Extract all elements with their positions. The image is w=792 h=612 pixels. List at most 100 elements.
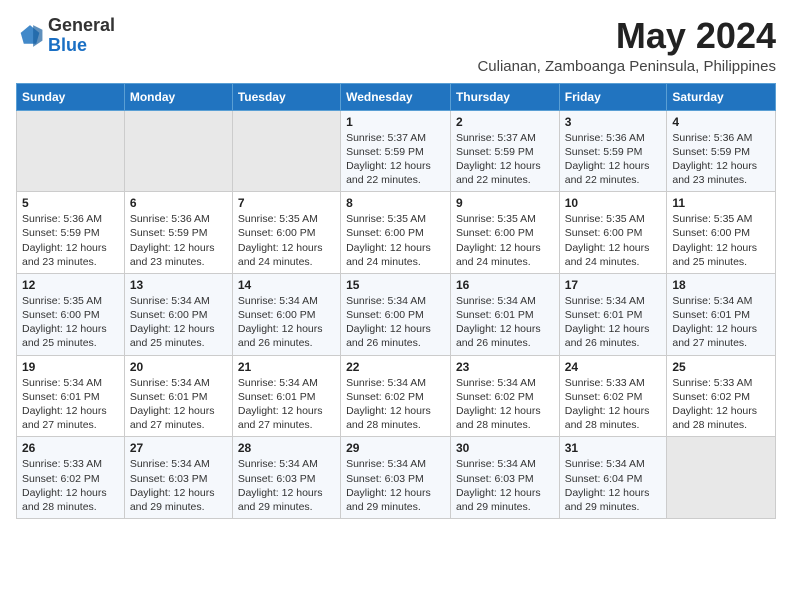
day-info: Sunrise: 5:34 AMSunset: 6:00 PMDaylight:… <box>346 295 431 350</box>
month-year: May 2024 <box>477 16 776 56</box>
day-info: Sunrise: 5:34 AMSunset: 6:01 PMDaylight:… <box>456 295 541 350</box>
calendar-cell: 19 Sunrise: 5:34 AMSunset: 6:01 PMDayligh… <box>17 355 125 437</box>
day-number: 13 <box>130 278 227 292</box>
day-number: 9 <box>456 196 554 210</box>
calendar-cell: 25Sunrise: 5:33 AMSunset: 6:02 PMDayligh… <box>667 355 776 437</box>
page-header: General Blue May 2024 Culianan, Zamboang… <box>16 16 776 75</box>
day-info: Sunrise: 5:35 AMSunset: 6:00 PMDaylight:… <box>456 213 541 268</box>
day-number: 10 <box>565 196 662 210</box>
day-info: Sunrise: 5:34 AMSunset: 6:04 PMDaylight:… <box>565 458 650 513</box>
day-number: 28 <box>238 441 335 455</box>
day-header-saturday: Saturday <box>667 83 776 110</box>
day-info: Sunrise: 5:33 AMSunset: 6:02 PMDaylight:… <box>22 458 107 513</box>
calendar-cell <box>232 110 340 192</box>
calendar-cell: 11 Sunrise: 5:35 AMSunset: 6:00 PMDayligh… <box>667 192 776 274</box>
calendar-cell: 7Sunrise: 5:35 AMSunset: 6:00 PMDaylight… <box>232 192 340 274</box>
day-header-friday: Friday <box>559 83 667 110</box>
day-info: Sunrise: 5:34 AMSunset: 6:01 PMDaylight:… <box>565 295 650 350</box>
calendar-cell: 27 Sunrise: 5:34 AMSunset: 6:03 PMDayligh… <box>124 437 232 519</box>
days-header-row: SundayMondayTuesdayWednesdayThursdayFrid… <box>17 83 776 110</box>
day-info: Sunrise: 5:35 AMSunset: 6:00 PMDaylight:… <box>238 213 323 268</box>
day-number: 1 <box>346 115 445 129</box>
calendar-table: SundayMondayTuesdayWednesdayThursdayFrid… <box>16 83 776 519</box>
day-info: Sunrise: 5:36 AMSunset: 5:59 PMDaylight:… <box>672 132 757 187</box>
day-info: Sunrise: 5:34 AMSunset: 6:01 PMDaylight:… <box>22 377 107 432</box>
calendar-cell: 30Sunrise: 5:34 AMSunset: 6:03 PMDayligh… <box>450 437 559 519</box>
location: Culianan, Zamboanga Peninsula, Philippin… <box>477 58 776 75</box>
day-header-wednesday: Wednesday <box>341 83 451 110</box>
day-info: Sunrise: 5:34 AMSunset: 6:01 PMDaylight:… <box>238 377 323 432</box>
day-number: 12 <box>22 278 119 292</box>
day-number: 24 <box>565 360 662 374</box>
day-info: Sunrise: 5:34 AMSunset: 6:01 PMDaylight:… <box>130 377 215 432</box>
day-header-monday: Monday <box>124 83 232 110</box>
day-number: 14 <box>238 278 335 292</box>
day-info: Sunrise: 5:37 AMSunset: 5:59 PMDaylight:… <box>346 132 431 187</box>
logo: General Blue <box>16 16 115 56</box>
calendar-cell: 21 Sunrise: 5:34 AMSunset: 6:01 PMDayligh… <box>232 355 340 437</box>
day-number: 8 <box>346 196 445 210</box>
calendar-cell: 3Sunrise: 5:36 AMSunset: 5:59 PMDaylight… <box>559 110 667 192</box>
day-number: 18 <box>672 278 770 292</box>
calendar-cell <box>667 437 776 519</box>
day-info: Sunrise: 5:36 AMSunset: 5:59 PMDaylight:… <box>130 213 215 268</box>
day-info: Sunrise: 5:34 AMSunset: 6:03 PMDaylight:… <box>130 458 215 513</box>
day-number: 11 <box>672 196 770 210</box>
day-info: Sunrise: 5:34 AMSunset: 6:03 PMDaylight:… <box>238 458 323 513</box>
day-info: Sunrise: 5:34 AMSunset: 6:03 PMDaylight:… <box>456 458 541 513</box>
day-info: Sunrise: 5:35 AMSunset: 6:00 PMDaylight:… <box>565 213 650 268</box>
calendar-cell: 10 Sunrise: 5:35 AMSunset: 6:00 PMDayligh… <box>559 192 667 274</box>
calendar-cell: 2 Sunrise: 5:37 AMSunset: 5:59 PMDaylight… <box>450 110 559 192</box>
calendar-cell: 18Sunrise: 5:34 AMSunset: 6:01 PMDayligh… <box>667 273 776 355</box>
calendar-cell: 1 Sunrise: 5:37 AMSunset: 5:59 PMDaylight… <box>341 110 451 192</box>
calendar-cell: 17 Sunrise: 5:34 AMSunset: 6:01 PMDayligh… <box>559 273 667 355</box>
calendar-cell: 14 Sunrise: 5:34 AMSunset: 6:00 PMDayligh… <box>232 273 340 355</box>
day-info: Sunrise: 5:35 AMSunset: 6:00 PMDaylight:… <box>346 213 431 268</box>
day-info: Sunrise: 5:33 AMSunset: 6:02 PMDaylight:… <box>565 377 650 432</box>
week-row-5: 26Sunrise: 5:33 AMSunset: 6:02 PMDayligh… <box>17 437 776 519</box>
calendar-cell: 13Sunrise: 5:34 AMSunset: 6:00 PMDayligh… <box>124 273 232 355</box>
day-number: 17 <box>565 278 662 292</box>
day-number: 3 <box>565 115 662 129</box>
calendar-cell: 6 Sunrise: 5:36 AMSunset: 5:59 PMDaylight… <box>124 192 232 274</box>
day-number: 27 <box>130 441 227 455</box>
day-info: Sunrise: 5:34 AMSunset: 6:02 PMDaylight:… <box>456 377 541 432</box>
calendar-cell: 22Sunrise: 5:34 AMSunset: 6:02 PMDayligh… <box>341 355 451 437</box>
day-header-thursday: Thursday <box>450 83 559 110</box>
day-info: Sunrise: 5:35 AMSunset: 6:00 PMDaylight:… <box>22 295 107 350</box>
calendar-cell: 28 Sunrise: 5:34 AMSunset: 6:03 PMDayligh… <box>232 437 340 519</box>
calendar-cell: 15 Sunrise: 5:34 AMSunset: 6:00 PMDayligh… <box>341 273 451 355</box>
day-number: 19 <box>22 360 119 374</box>
calendar-cell: 4 Sunrise: 5:36 AMSunset: 5:59 PMDaylight… <box>667 110 776 192</box>
calendar-cell: 8 Sunrise: 5:35 AMSunset: 6:00 PMDaylight… <box>341 192 451 274</box>
title-block: May 2024 Culianan, Zamboanga Peninsula, … <box>477 16 776 75</box>
day-number: 25 <box>672 360 770 374</box>
day-number: 15 <box>346 278 445 292</box>
logo-icon <box>16 22 44 50</box>
week-row-2: 5Sunrise: 5:36 AMSunset: 5:59 PMDaylight… <box>17 192 776 274</box>
day-number: 2 <box>456 115 554 129</box>
week-row-3: 12 Sunrise: 5:35 AMSunset: 6:00 PMDayligh… <box>17 273 776 355</box>
day-number: 21 <box>238 360 335 374</box>
calendar-cell <box>17 110 125 192</box>
calendar-cell: 31Sunrise: 5:34 AMSunset: 6:04 PMDayligh… <box>559 437 667 519</box>
week-row-4: 19 Sunrise: 5:34 AMSunset: 6:01 PMDayligh… <box>17 355 776 437</box>
calendar-cell: 29Sunrise: 5:34 AMSunset: 6:03 PMDayligh… <box>341 437 451 519</box>
calendar-cell: 24 Sunrise: 5:33 AMSunset: 6:02 PMDayligh… <box>559 355 667 437</box>
logo-blue: Blue <box>48 35 87 55</box>
day-info: Sunrise: 5:34 AMSunset: 6:03 PMDaylight:… <box>346 458 431 513</box>
day-info: Sunrise: 5:37 AMSunset: 5:59 PMDaylight:… <box>456 132 541 187</box>
day-number: 6 <box>130 196 227 210</box>
calendar-cell <box>124 110 232 192</box>
calendar-cell: 26Sunrise: 5:33 AMSunset: 6:02 PMDayligh… <box>17 437 125 519</box>
day-number: 23 <box>456 360 554 374</box>
calendar-cell: 5Sunrise: 5:36 AMSunset: 5:59 PMDaylight… <box>17 192 125 274</box>
day-info: Sunrise: 5:34 AMSunset: 6:00 PMDaylight:… <box>238 295 323 350</box>
day-number: 22 <box>346 360 445 374</box>
logo-text: General Blue <box>48 16 115 56</box>
day-info: Sunrise: 5:35 AMSunset: 6:00 PMDaylight:… <box>672 213 757 268</box>
day-header-sunday: Sunday <box>17 83 125 110</box>
calendar-cell: 23 Sunrise: 5:34 AMSunset: 6:02 PMDayligh… <box>450 355 559 437</box>
day-number: 4 <box>672 115 770 129</box>
day-number: 20 <box>130 360 227 374</box>
